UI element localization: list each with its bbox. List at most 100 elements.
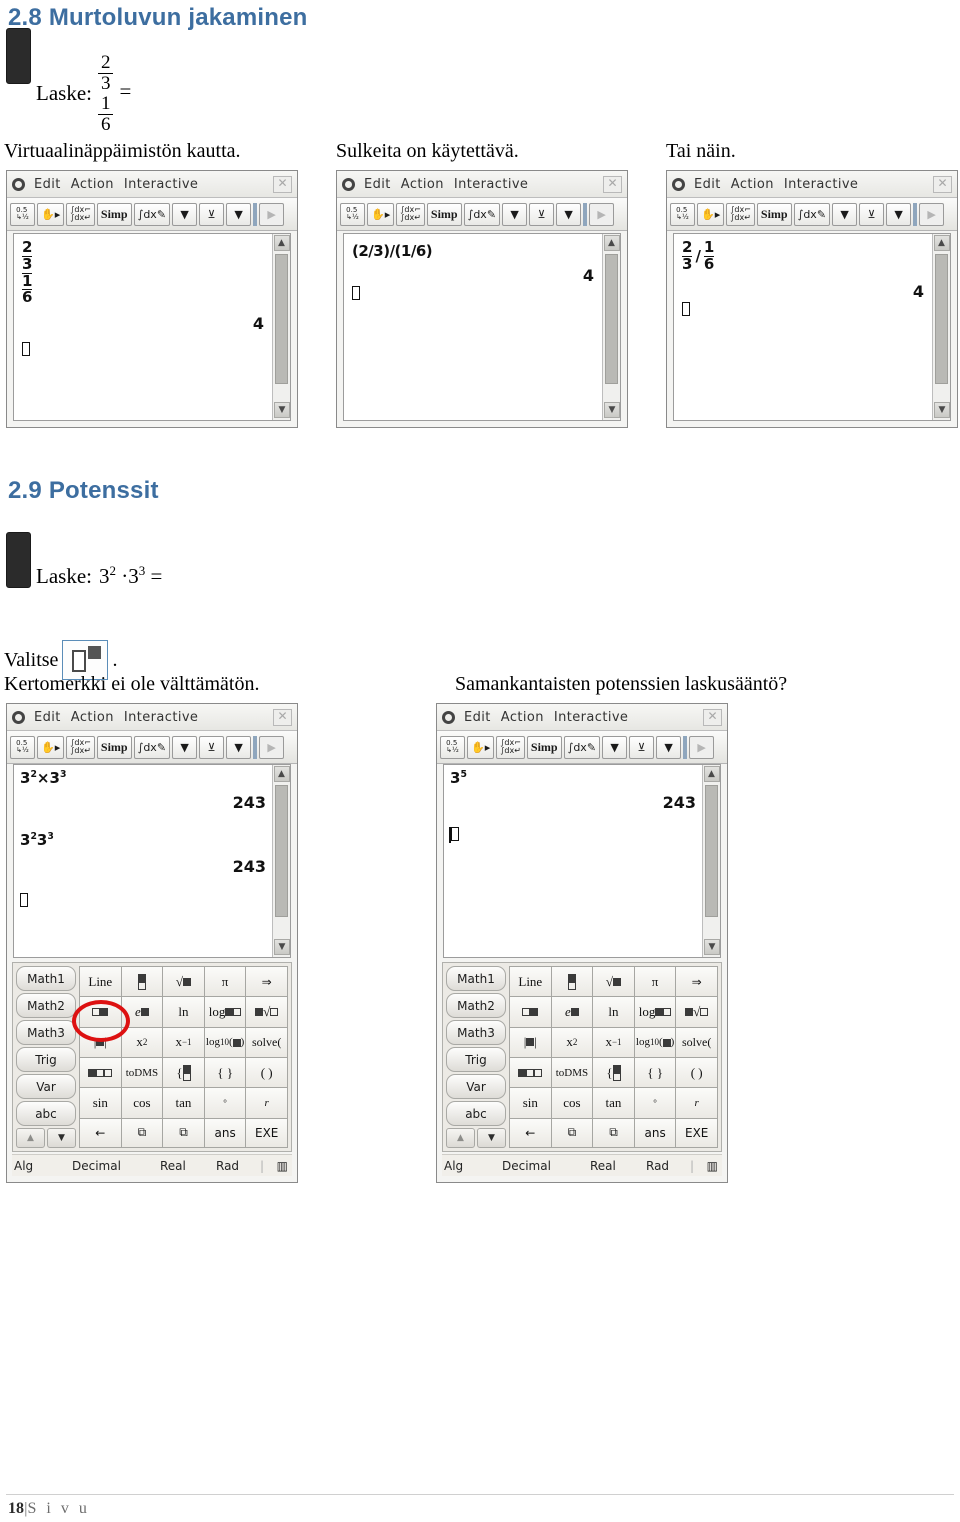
next-page-button[interactable]: ▶ bbox=[259, 202, 285, 226]
scrollbar-4[interactable]: ▲ ▼ bbox=[272, 765, 290, 957]
scrollbar-5[interactable]: ▲ ▼ bbox=[702, 765, 720, 957]
key-log10[interactable]: log10() bbox=[634, 1027, 676, 1057]
status-rad[interactable]: Rad bbox=[216, 1159, 260, 1173]
key-parentheses[interactable]: ( ) bbox=[246, 1057, 287, 1088]
menu-action[interactable]: Action bbox=[401, 177, 444, 192]
key-store-arrow[interactable]: ⇒ bbox=[246, 967, 287, 997]
menu-action[interactable]: Action bbox=[501, 710, 544, 725]
key-parentheses[interactable]: ( ) bbox=[676, 1057, 717, 1088]
key-degree[interactable]: ° bbox=[634, 1088, 676, 1118]
scroll-down-icon[interactable]: ▼ bbox=[704, 939, 720, 955]
key-sqrt[interactable]: √ bbox=[163, 967, 204, 997]
decimal-fraction-toggle-button[interactable]: 0.5 ↳½ bbox=[440, 735, 465, 759]
close-icon[interactable]: ✕ bbox=[933, 175, 952, 193]
key-abs[interactable]: | | bbox=[510, 1027, 551, 1057]
key-paste-icon[interactable]: ⧉ bbox=[593, 1118, 634, 1147]
gear-icon[interactable] bbox=[442, 710, 455, 724]
integral-wrap-button[interactable]: ∫dx⌐ ∫dx↵ bbox=[66, 202, 95, 226]
key-cos[interactable]: cos bbox=[121, 1088, 163, 1118]
simplify-button[interactable]: Simp bbox=[96, 202, 132, 226]
key-exp-e[interactable]: e bbox=[551, 997, 593, 1027]
dropdown-2-button[interactable]: ▼ bbox=[656, 735, 682, 759]
kb-tab-math3[interactable]: Math3 bbox=[16, 1020, 76, 1045]
scroll-down-icon[interactable]: ▼ bbox=[934, 402, 950, 418]
dropdown-2-button[interactable]: ▼ bbox=[886, 202, 912, 226]
scroll-down-icon[interactable]: ▼ bbox=[274, 402, 290, 418]
status-rad[interactable]: Rad bbox=[646, 1159, 690, 1173]
classpad-window-3[interactable]: Edit Action Interactive ✕ 0.5 ↳½ ✋▸ ∫dx⌐ ∫… bbox=[666, 170, 958, 428]
kb-tab-abc[interactable]: abc bbox=[446, 1101, 506, 1126]
kb-scroll-down-icon[interactable]: ▼ bbox=[47, 1128, 76, 1148]
key-solve[interactable]: solve( bbox=[676, 1027, 717, 1057]
key-piecewise[interactable]: { bbox=[163, 1057, 204, 1088]
key-square[interactable]: x2 bbox=[121, 1027, 163, 1057]
key-solve[interactable]: solve( bbox=[246, 1027, 287, 1057]
dropdown-1-button[interactable]: ▼ bbox=[172, 735, 198, 759]
classpad-window-1[interactable]: Edit Action Interactive ✕ 0.5 ↳½ ✋▸ ∫dx⌐ ∫… bbox=[6, 170, 298, 428]
integral-wrap-button[interactable]: ∫dx⌐ ∫dx↵ bbox=[66, 735, 95, 759]
integral-edit-button[interactable]: ∫dx✎ bbox=[563, 735, 601, 759]
scrollbar-2[interactable]: ▲ ▼ bbox=[602, 234, 620, 420]
next-page-button[interactable]: ▶ bbox=[589, 202, 615, 226]
kb-scroll-up-icon[interactable]: ▲ bbox=[16, 1128, 45, 1148]
key-nth-root[interactable]: √ bbox=[246, 997, 287, 1027]
key-ln[interactable]: ln bbox=[593, 997, 634, 1027]
key-pi[interactable]: π bbox=[204, 967, 246, 997]
menu-action[interactable]: Action bbox=[71, 177, 114, 192]
simplify-button[interactable]: Simp bbox=[526, 735, 562, 759]
kb-scroll-up-icon[interactable]: ▲ bbox=[446, 1128, 475, 1148]
key-ans[interactable]: ans bbox=[204, 1118, 246, 1147]
kb-tab-math1[interactable]: Math1 bbox=[16, 966, 76, 991]
next-page-button[interactable]: ▶ bbox=[689, 735, 715, 759]
scroll-up-icon[interactable]: ▲ bbox=[703, 766, 720, 782]
gear-icon[interactable] bbox=[672, 177, 685, 191]
menu-interactive[interactable]: Interactive bbox=[554, 710, 628, 725]
decimal-fraction-toggle-button[interactable]: 0.5 ↳½ bbox=[10, 735, 35, 759]
soft-keyboard-5[interactable]: Math1 Math2 Math3 Trig Var abc ▲ ▼ Line … bbox=[442, 962, 722, 1152]
key-tan[interactable]: tan bbox=[593, 1088, 634, 1118]
calc-screen-2[interactable]: (2/3)/(1/6) 4 ▲ ▼ bbox=[343, 233, 621, 421]
kb-tab-var[interactable]: Var bbox=[446, 1074, 506, 1099]
close-icon[interactable]: ✕ bbox=[273, 708, 292, 726]
hand-select-button[interactable]: ✋▸ bbox=[37, 202, 65, 226]
decimal-fraction-toggle-button[interactable]: 0.5 ↳½ bbox=[10, 202, 35, 226]
menu-edit[interactable]: Edit bbox=[694, 177, 721, 192]
scroll-thumb[interactable] bbox=[705, 785, 718, 917]
integral-wrap-button[interactable]: ∫dx⌐ ∫dx↵ bbox=[396, 202, 425, 226]
simplify-button[interactable]: Simp bbox=[96, 735, 132, 759]
scrollbar-1[interactable]: ▲ ▼ bbox=[272, 234, 290, 420]
kb-tab-var[interactable]: Var bbox=[16, 1074, 76, 1099]
key-reciprocal[interactable]: x −1 bbox=[593, 1027, 634, 1057]
key-pi[interactable]: π bbox=[634, 967, 676, 997]
close-icon[interactable]: ✕ bbox=[603, 175, 622, 193]
menu-edit[interactable]: Edit bbox=[34, 710, 61, 725]
key-backspace[interactable]: ← bbox=[80, 1118, 121, 1147]
dropdown-2-button[interactable]: ▼ bbox=[226, 735, 252, 759]
integral-wrap-button[interactable]: ∫dx⌐ ∫dx↵ bbox=[496, 735, 525, 759]
close-icon[interactable]: ✕ bbox=[703, 708, 722, 726]
hand-select-button[interactable]: ✋▸ bbox=[367, 202, 395, 226]
hand-select-button[interactable]: ✋▸ bbox=[37, 735, 65, 759]
calc-screen-1[interactable]: 2 3 1 6 4 ▲ ▼ bbox=[13, 233, 291, 421]
menu-interactive[interactable]: Interactive bbox=[124, 177, 198, 192]
classpad-window-4[interactable]: Edit Action Interactive ✕ 0.5 ↳½ ✋▸ ∫dx⌐ ∫… bbox=[6, 703, 298, 1183]
next-page-button[interactable]: ▶ bbox=[259, 735, 285, 759]
kb-tab-math2[interactable]: Math2 bbox=[16, 993, 76, 1018]
graph-button[interactable]: ⊻ bbox=[199, 735, 225, 759]
kb-tab-math1[interactable]: Math1 bbox=[446, 966, 506, 991]
key-log-base[interactable]: log bbox=[204, 997, 246, 1027]
key-power[interactable] bbox=[510, 997, 551, 1027]
integral-edit-button[interactable]: ∫dx✎ bbox=[133, 735, 171, 759]
key-radian[interactable]: r bbox=[246, 1088, 287, 1118]
scrollbar-3[interactable]: ▲ ▼ bbox=[932, 234, 950, 420]
key-curly-braces[interactable]: { } bbox=[634, 1057, 676, 1088]
close-icon[interactable]: ✕ bbox=[273, 175, 292, 193]
classpad-window-2[interactable]: Edit Action Interactive ✕ 0.5 ↳½ ✋▸ ∫dx⌐ ∫… bbox=[336, 170, 628, 428]
dropdown-1-button[interactable]: ▼ bbox=[602, 735, 628, 759]
key-mixed-number[interactable] bbox=[510, 1057, 551, 1088]
dropdown-2-button[interactable]: ▼ bbox=[556, 202, 582, 226]
kb-tab-trig[interactable]: Trig bbox=[16, 1047, 76, 1072]
kb-tab-trig[interactable]: Trig bbox=[446, 1047, 506, 1072]
key-degree[interactable]: ° bbox=[204, 1088, 246, 1118]
menu-action[interactable]: Action bbox=[731, 177, 774, 192]
